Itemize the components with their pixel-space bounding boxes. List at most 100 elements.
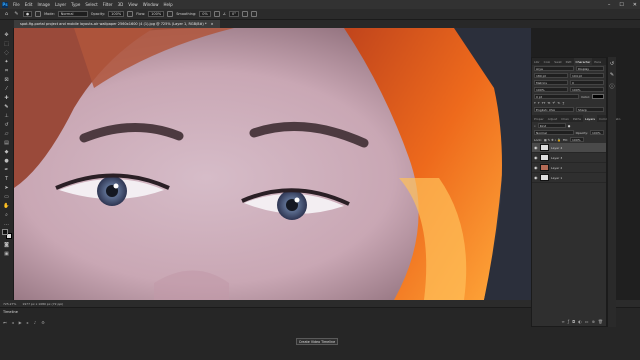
visibility-eye-icon[interactable]: ◉ bbox=[534, 175, 538, 180]
menu-type[interactable]: Type bbox=[71, 2, 80, 7]
fx-icon[interactable]: ƒ bbox=[568, 319, 569, 324]
zoom-level[interactable]: 725.27% bbox=[3, 302, 16, 306]
document-canvas[interactable] bbox=[14, 28, 531, 300]
visibility-eye-icon[interactable]: ◉ bbox=[534, 145, 538, 150]
font-style-select[interactable]: Display bbox=[576, 66, 604, 71]
menu-filter[interactable]: Filter bbox=[103, 2, 113, 7]
tab-properties[interactable]: Proper bbox=[532, 115, 546, 122]
font-family-select[interactable]: Arya bbox=[534, 66, 574, 71]
frame-tool-icon[interactable]: ⊠ bbox=[3, 76, 10, 83]
eyedropper-tool-icon[interactable]: ⁄ bbox=[3, 85, 10, 92]
kerning-field[interactable]: Metrics bbox=[534, 80, 568, 85]
tab-libraries[interactable]: Libr bbox=[532, 58, 542, 65]
vertical-scale-field[interactable]: 100% bbox=[534, 87, 568, 92]
tab-color[interactable]: Colo bbox=[542, 58, 553, 65]
shape-tool-icon[interactable]: ▭ bbox=[3, 193, 10, 200]
blur-tool-icon[interactable]: ◆ bbox=[3, 148, 10, 155]
tab-layers[interactable]: Layers bbox=[583, 115, 597, 122]
create-video-timeline-button[interactable]: Create Video Timeline bbox=[296, 338, 338, 345]
airbrush-icon[interactable] bbox=[167, 11, 174, 17]
antialias-select[interactable]: Sharp bbox=[576, 107, 604, 112]
superscript-icon[interactable]: T¹ bbox=[552, 101, 555, 105]
angle-field[interactable]: 0° bbox=[229, 11, 239, 17]
minimize-button[interactable]: – bbox=[608, 2, 611, 8]
info-panel-icon[interactable]: ⓘ bbox=[609, 83, 614, 90]
menu-select[interactable]: Select bbox=[85, 2, 97, 7]
delete-layer-icon[interactable]: 🗑 bbox=[598, 319, 603, 324]
smoothing-field[interactable]: 0% bbox=[199, 11, 211, 17]
move-tool-icon[interactable]: ✥ bbox=[3, 31, 10, 38]
prev-frame-icon[interactable]: ◂ bbox=[12, 320, 14, 325]
add-mask-icon[interactable]: ◘ bbox=[572, 319, 575, 324]
tab-patterns[interactable]: Patt bbox=[564, 58, 574, 65]
layer-filter-select[interactable]: Kind bbox=[537, 123, 566, 128]
type-tool-icon[interactable]: T bbox=[3, 175, 10, 182]
brush-panel-icon[interactable]: ✎ bbox=[610, 72, 614, 78]
font-size-field[interactable]: 180 pt bbox=[534, 73, 568, 78]
menu-3d[interactable]: 3D bbox=[118, 2, 124, 7]
more-tools-icon[interactable]: … bbox=[3, 220, 10, 227]
play-icon[interactable]: ▶ bbox=[19, 320, 22, 325]
settings-icon[interactable]: ⚙ bbox=[41, 320, 45, 325]
quick-mask-icon[interactable]: ◙ bbox=[3, 241, 10, 248]
brush-tool-icon-left[interactable]: ✎ bbox=[3, 103, 10, 110]
audio-icon[interactable]: ♪ bbox=[34, 320, 37, 325]
color-swatches[interactable] bbox=[1, 229, 12, 239]
tab-character[interactable]: Character bbox=[573, 58, 593, 65]
tab-paragraph[interactable]: Para bbox=[592, 58, 603, 65]
lasso-tool-icon[interactable]: ◌ bbox=[3, 49, 10, 56]
stamp-tool-icon[interactable]: ⊥ bbox=[3, 112, 10, 119]
menu-layer[interactable]: Layer bbox=[55, 2, 66, 7]
link-layers-icon[interactable]: ∞ bbox=[561, 319, 564, 324]
home-icon[interactable]: ⌂ bbox=[3, 11, 10, 18]
first-frame-icon[interactable]: ⏮ bbox=[3, 320, 7, 325]
opacity-field[interactable]: 100% bbox=[108, 11, 125, 17]
tab-adjustments[interactable]: Adjust bbox=[546, 115, 559, 122]
brush-size-picker[interactable]: ● bbox=[23, 11, 33, 17]
tab-swatches[interactable]: Swat bbox=[552, 58, 563, 65]
smoothing-settings-icon[interactable] bbox=[213, 11, 220, 17]
layer-row[interactable]: ◉ Layer 4 bbox=[532, 143, 606, 153]
filter-toggle-icon[interactable]: ● bbox=[568, 124, 571, 128]
hand-tool-icon[interactable]: ✋ bbox=[3, 202, 10, 209]
close-button[interactable]: ✕ bbox=[633, 2, 637, 8]
healing-tool-icon[interactable]: ✚ bbox=[3, 94, 10, 101]
group-icon[interactable]: ▭ bbox=[585, 319, 589, 324]
subscript-icon[interactable]: T₁ bbox=[557, 101, 560, 105]
menu-window[interactable]: Window bbox=[143, 2, 159, 7]
history-brush-icon[interactable]: ↺ bbox=[3, 121, 10, 128]
layer-row[interactable]: ◉ Layer 2 bbox=[532, 163, 606, 173]
pressure-size-icon[interactable] bbox=[241, 11, 248, 17]
brush-tool-icon[interactable]: ✎ bbox=[13, 11, 20, 18]
visibility-eye-icon[interactable]: ◉ bbox=[534, 165, 538, 170]
document-tab[interactable]: spot-fig-portal project and mobile layou… bbox=[14, 20, 220, 28]
zoom-tool-icon[interactable]: ⌕ bbox=[3, 211, 10, 218]
underline-icon[interactable]: T̲ bbox=[562, 101, 564, 105]
crop-tool-icon[interactable]: ⌗ bbox=[3, 67, 10, 74]
new-layer-icon[interactable]: ⊕ bbox=[592, 319, 595, 324]
adjustment-layer-icon[interactable]: ◐ bbox=[578, 319, 582, 324]
dodge-tool-icon[interactable]: ● bbox=[3, 157, 10, 164]
leading-field[interactable]: 104 pt bbox=[570, 73, 604, 78]
quick-select-tool-icon[interactable]: ✦ bbox=[3, 58, 10, 65]
history-panel-icon[interactable]: ↺ bbox=[610, 61, 614, 67]
tracking-field[interactable]: 0 bbox=[570, 80, 604, 85]
faux-bold-icon[interactable]: T bbox=[534, 101, 536, 105]
menu-file[interactable]: File bbox=[13, 2, 20, 7]
symmetry-icon[interactable] bbox=[250, 11, 257, 17]
layer-row[interactable]: ◉ Layer 3 bbox=[532, 153, 606, 163]
fill-field[interactable]: 100% bbox=[570, 137, 584, 142]
menu-help[interactable]: Help bbox=[163, 2, 172, 7]
screen-mode-icon[interactable]: ▣ bbox=[3, 250, 10, 257]
baseline-field[interactable]: 0 pt bbox=[534, 94, 580, 99]
small-caps-icon[interactable]: Tt bbox=[547, 101, 550, 105]
language-select[interactable]: English: USA bbox=[534, 107, 574, 112]
flow-field[interactable]: 100% bbox=[148, 11, 165, 17]
menu-edit[interactable]: Edit bbox=[25, 2, 33, 7]
document-info[interactable]: 1977 px x 1080 px (72 ppi) bbox=[22, 302, 63, 306]
all-caps-icon[interactable]: TT bbox=[542, 101, 546, 105]
layer-row[interactable]: ◉ Layer 1 bbox=[532, 173, 606, 183]
horizontal-scale-field[interactable]: 100% bbox=[570, 87, 604, 92]
close-tab-icon[interactable]: × bbox=[211, 22, 214, 26]
marquee-tool-icon[interactable]: ⬚ bbox=[3, 40, 10, 47]
